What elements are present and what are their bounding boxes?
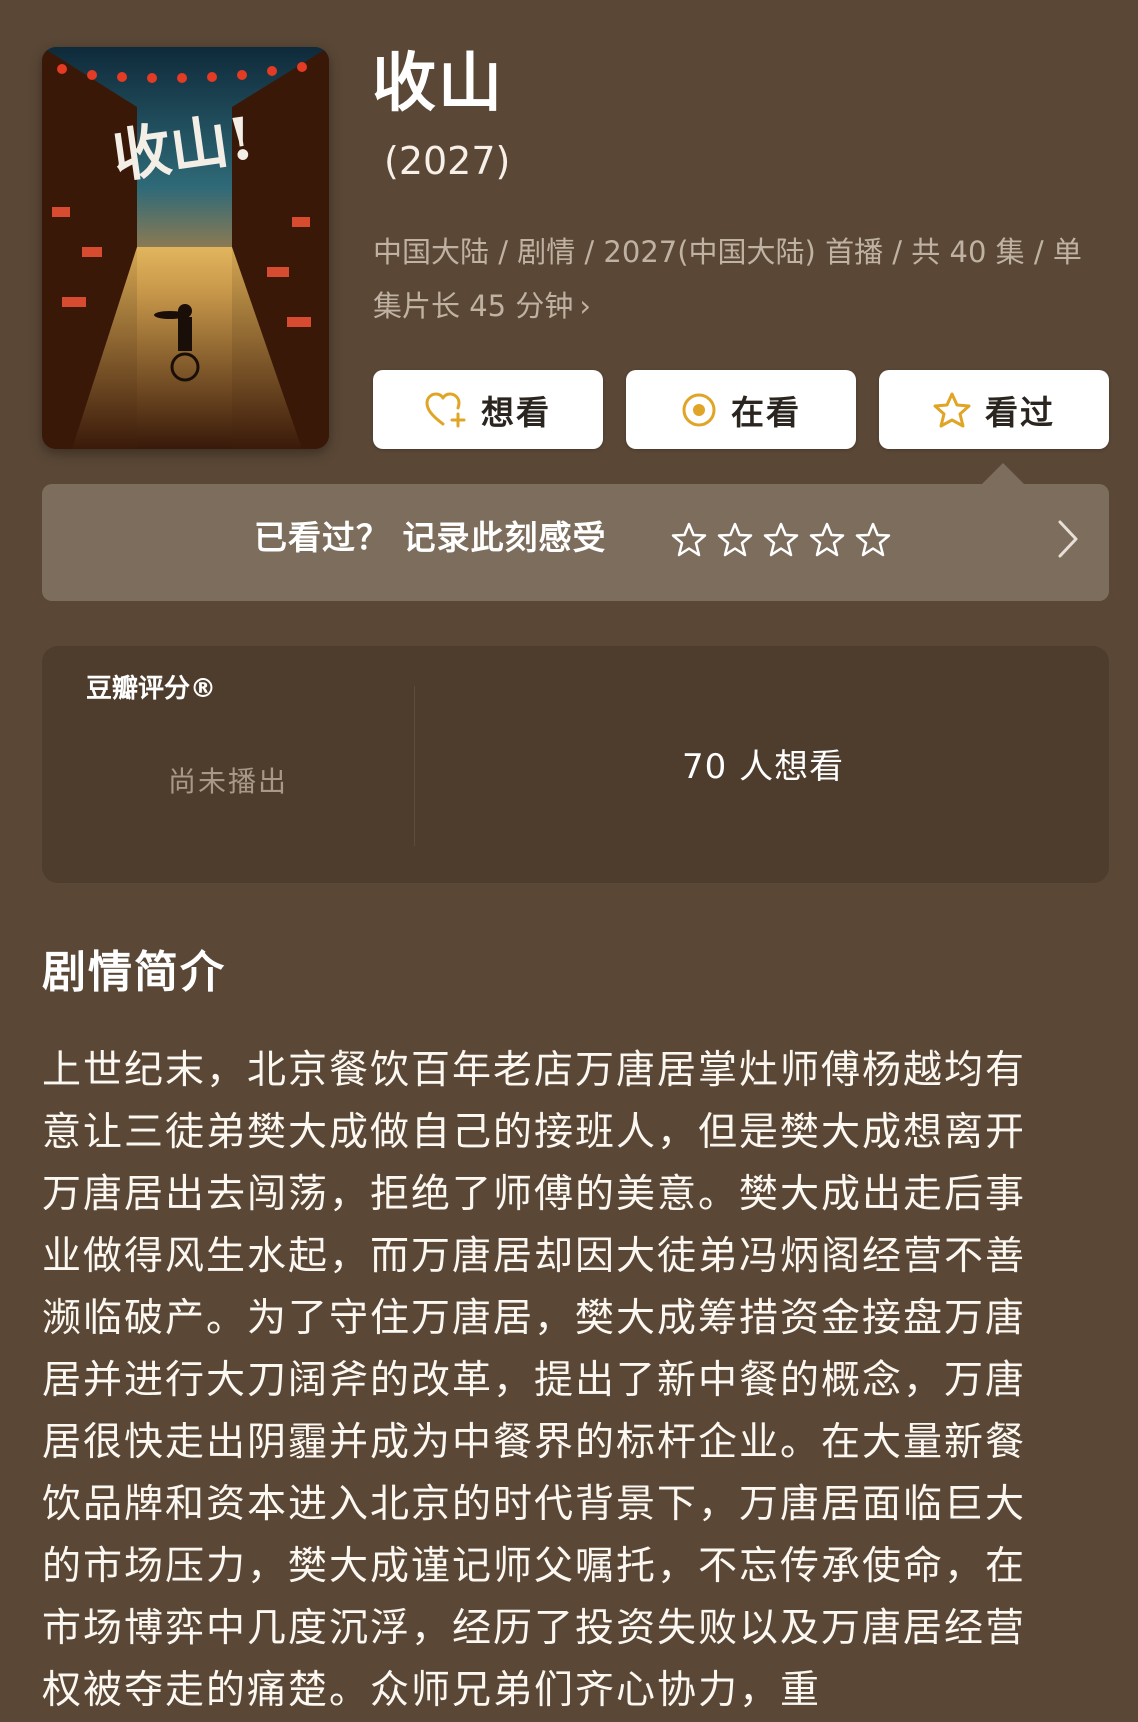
show-year: (2027) (384, 139, 511, 183)
synopsis-line: 的市场压力，樊大成谨记师父嘱托，不忘传承使命，在 (42, 1544, 1027, 1589)
synopsis-line: 居很快走出阴霾并成为中餐界的标杆企业。在大量新餐 (42, 1420, 1027, 1465)
rate-bar-pointer (981, 463, 1025, 485)
douban-score-title: 豆瓣评分® (86, 674, 217, 704)
watching-label: 在看 (731, 392, 801, 432)
want-count: 70 人想看 (682, 747, 845, 787)
rate-prompt-text: 已看过？ 记录此刻感受 (254, 518, 607, 557)
synopsis-text[interactable]: 上世纪末，北京餐饮百年老店万唐居掌灶师傅杨越均有 意让三徒弟樊大成做自己的接班人… (42, 1040, 1082, 1722)
score-divider (414, 686, 415, 846)
score-status: 尚未播出 (168, 765, 289, 798)
synopsis-line: 濒临破产。为了守住万唐居，樊大成筹措资金接盘万唐 (42, 1296, 1027, 1341)
meta-line-2-text: 集片长 45 分钟 (373, 289, 574, 323)
chevron-right-icon[interactable] (1054, 514, 1082, 568)
meta-line-2: 集片长 45 分钟 › (373, 279, 1113, 333)
target-circle-icon (681, 392, 717, 428)
star-outline-icon[interactable] (670, 521, 708, 559)
chevron-right-icon: › (579, 289, 591, 323)
watched-button[interactable]: 看过 (879, 370, 1109, 449)
action-buttons: 想看 在看 看过 (373, 370, 1109, 449)
rating-stars[interactable] (670, 521, 892, 561)
synopsis-line: 饮品牌和资本进入北京的时代背景下，万唐居面临巨大 (42, 1482, 1027, 1527)
rate-prompt-bar[interactable]: 已看过？ 记录此刻感受 (42, 484, 1109, 601)
want-label: 想看 (481, 392, 551, 432)
synopsis-line: 居并进行大刀阔斧的改革，提出了新中餐的概念，万唐 (42, 1358, 1027, 1403)
show-meta[interactable]: 中国大陆 / 剧情 / 2027(中国大陆) 首播 / 共 40 集 / 单 集… (373, 225, 1113, 333)
synopsis-line: 业做得风生水起，而万唐居却因大徒弟冯炳阁经营不善 (42, 1234, 1027, 1279)
watching-button[interactable]: 在看 (626, 370, 856, 449)
synopsis-line: 万唐居出去闯荡，拒绝了师傅的美意。樊大成出走后事 (42, 1172, 1027, 1217)
synopsis-line: 上世纪末，北京餐饮百年老店万唐居掌灶师傅杨越均有 (42, 1048, 1027, 1093)
star-outline-icon[interactable] (716, 521, 754, 559)
poster-image[interactable]: 收山! (42, 47, 329, 449)
star-outline-icon[interactable] (854, 521, 892, 559)
douban-score-card[interactable]: 豆瓣评分® 尚未播出 70 人想看 (42, 646, 1109, 883)
show-title: 收山 (372, 47, 504, 121)
synopsis-heading: 剧情简介 (42, 947, 226, 998)
synopsis-line: 市场博弈中几度沉浮，经历了投资失败以及万唐居经营 (42, 1606, 1027, 1651)
star-icon (933, 392, 971, 428)
watched-label: 看过 (985, 392, 1055, 432)
star-outline-icon[interactable] (808, 521, 846, 559)
want-button[interactable]: 想看 (373, 370, 603, 449)
synopsis-line: 意让三徒弟樊大成做自己的接班人，但是樊大成想离开 (42, 1110, 1027, 1155)
star-outline-icon[interactable] (762, 521, 800, 559)
heart-plus-icon (425, 392, 467, 428)
meta-line-1: 中国大陆 / 剧情 / 2027(中国大陆) 首播 / 共 40 集 / 单 (373, 235, 1082, 269)
